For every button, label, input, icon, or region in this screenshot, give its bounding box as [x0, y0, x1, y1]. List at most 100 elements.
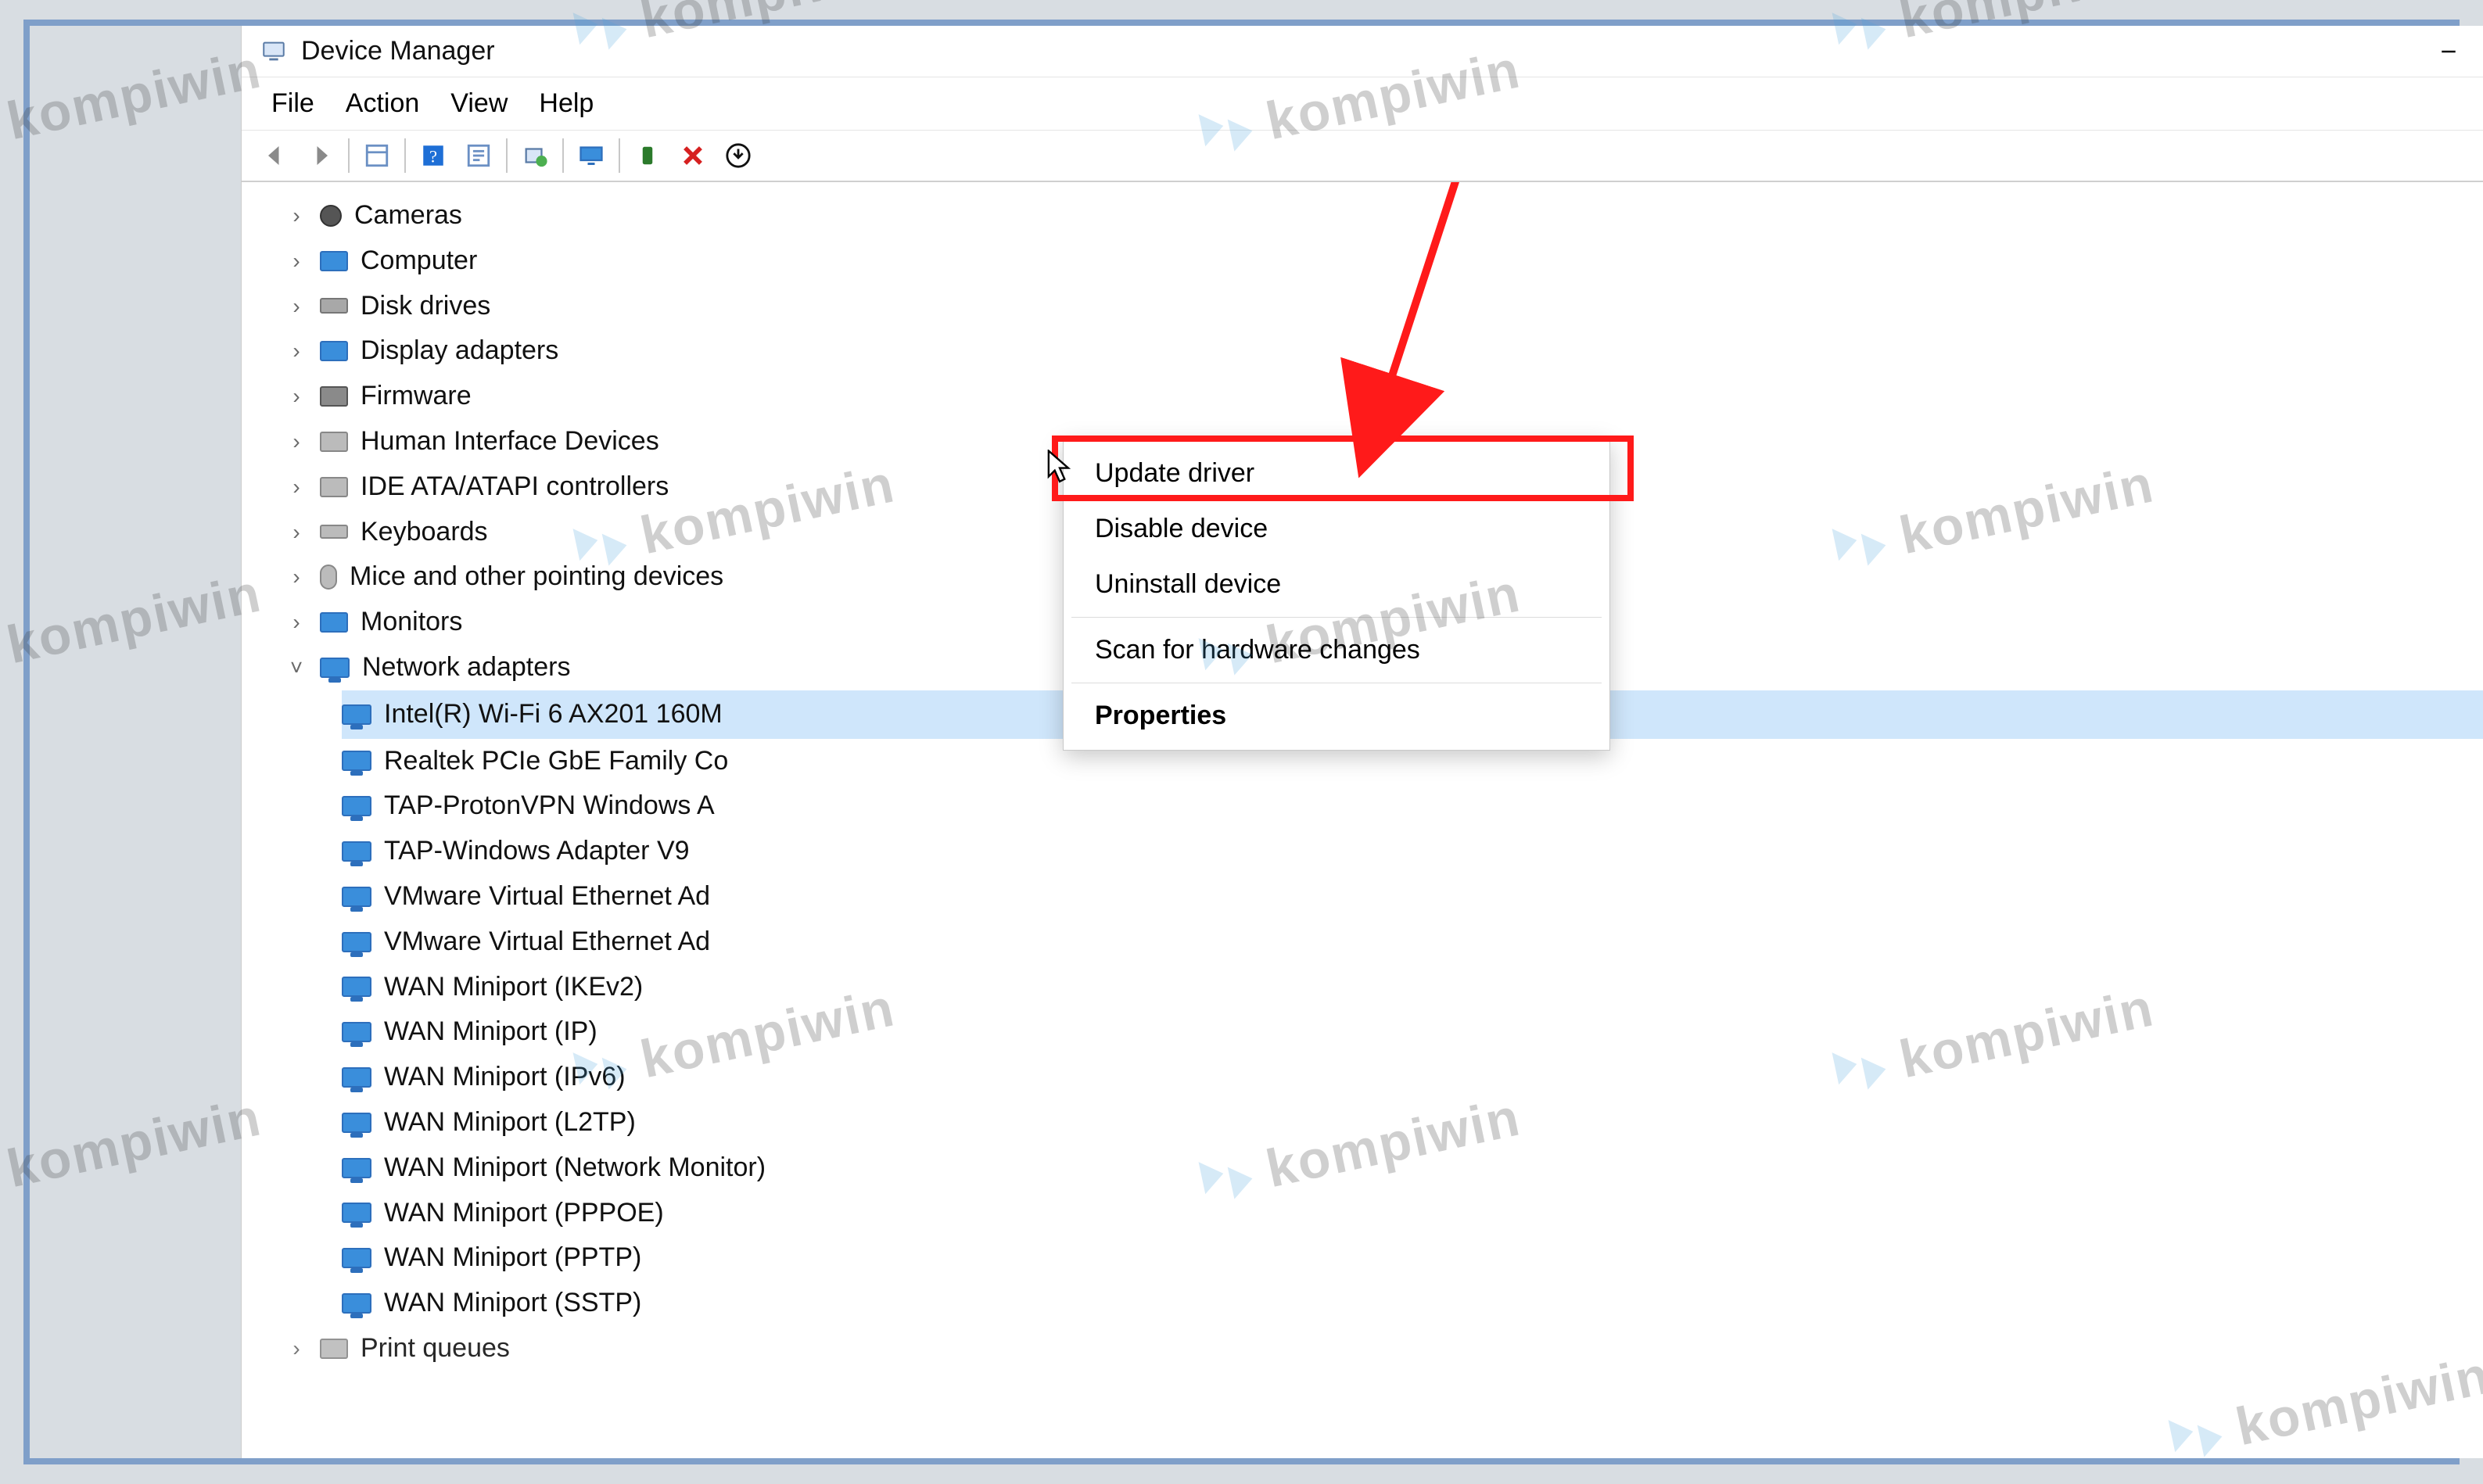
update-driver-icon[interactable] [512, 135, 558, 176]
device-tree: Cameras Computer Disk drives Display ada… [242, 182, 2483, 1382]
network-adapters-children: Intel(R) Wi-Fi 6 AX201 160M Realtek PCIe… [285, 690, 2483, 1326]
menu-action[interactable]: Action [335, 85, 431, 122]
menu-help[interactable]: Help [528, 85, 605, 122]
context-menu-disable-device[interactable]: Disable device [1064, 501, 1609, 557]
display-adapter-icon [320, 341, 348, 361]
context-menu-properties[interactable]: Properties [1064, 688, 1609, 744]
network-adapter-icon [342, 1022, 371, 1042]
help-icon[interactable]: ? [411, 135, 456, 176]
device-item[interactable]: WAN Miniport (SSTP) [342, 1281, 2483, 1326]
category-label: Display adapters [361, 328, 558, 374]
context-menu: Update driver Disable device Uninstall d… [1063, 439, 1610, 751]
enable-device-icon[interactable] [625, 135, 670, 176]
expand-caret-icon[interactable] [285, 468, 307, 506]
titlebar: Device Manager [242, 26, 2483, 77]
device-manager-window: Device Manager File Action View Help ? [241, 26, 2483, 1458]
keyboard-icon [320, 525, 348, 539]
properties-icon[interactable] [456, 135, 501, 176]
category-label: Keyboards [361, 510, 488, 555]
window-title: Device Manager [301, 36, 2406, 66]
device-item[interactable]: WAN Miniport (PPTP) [342, 1235, 2483, 1281]
device-item[interactable]: WAN Miniport (PPPOE) [342, 1191, 2483, 1236]
device-item[interactable]: WAN Miniport (IKEv2) [342, 965, 2483, 1010]
context-menu-update-driver[interactable]: Update driver [1064, 446, 1609, 501]
device-label: Intel(R) Wi-Fi 6 AX201 160M [384, 692, 723, 737]
device-item[interactable]: WAN Miniport (L2TP) [342, 1100, 2483, 1145]
device-label: TAP-Windows Adapter V9 [384, 829, 690, 874]
toolbar-separator [404, 138, 406, 173]
window-controls [2406, 26, 2483, 77]
toolbar: ? [242, 131, 2483, 182]
device-item[interactable]: WAN Miniport (IP) [342, 1009, 2483, 1055]
device-item[interactable]: TAP-ProtonVPN Windows A [342, 783, 2483, 829]
tree-category[interactable]: Computer [285, 238, 2483, 284]
toolbar-separator [619, 138, 620, 173]
device-label: WAN Miniport (PPPOE) [384, 1191, 664, 1236]
menu-file[interactable]: File [260, 85, 325, 122]
toolbar-separator [506, 138, 508, 173]
category-label: IDE ATA/ATAPI controllers [361, 464, 669, 510]
menu-view[interactable]: View [440, 85, 518, 122]
collapse-caret-icon[interactable] [285, 649, 307, 686]
network-adapter-icon [320, 658, 350, 678]
network-adapter-icon [342, 1113, 371, 1133]
tree-category[interactable]: Cameras [285, 193, 2483, 238]
back-arrow-icon[interactable] [253, 135, 298, 176]
category-label: Human Interface Devices [361, 419, 659, 464]
device-label: WAN Miniport (IP) [384, 1009, 597, 1055]
context-menu-uninstall-device[interactable]: Uninstall device [1064, 557, 1609, 612]
expand-caret-icon[interactable] [285, 1330, 307, 1368]
device-item[interactable]: VMware Virtual Ethernet Ad [342, 919, 2483, 965]
context-menu-separator [1071, 617, 1602, 618]
device-label: WAN Miniport (IKEv2) [384, 965, 643, 1010]
network-adapter-icon [342, 751, 371, 771]
device-item[interactable]: VMware Virtual Ethernet Ad [342, 874, 2483, 919]
show-hide-tree-icon[interactable] [354, 135, 400, 176]
screenshot-frame: Device Manager File Action View Help ? [23, 20, 2460, 1464]
category-label: Monitors [361, 600, 462, 645]
hid-icon [320, 432, 348, 452]
menubar: File Action View Help [242, 77, 2483, 131]
device-item[interactable]: WAN Miniport (Network Monitor) [342, 1145, 2483, 1191]
category-label: Mice and other pointing devices [350, 554, 723, 600]
tree-category[interactable]: Display adapters [285, 328, 2483, 374]
device-item[interactable]: WAN Miniport (IPv6) [342, 1055, 2483, 1100]
expand-caret-icon[interactable] [285, 558, 307, 596]
minimize-button[interactable] [2406, 26, 2483, 77]
category-label: Print queues [361, 1326, 510, 1371]
device-tree-panel: Cameras Computer Disk drives Display ada… [242, 182, 2483, 1458]
device-label: WAN Miniport (Network Monitor) [384, 1145, 766, 1191]
uninstall-device-icon[interactable] [716, 135, 761, 176]
camera-icon [320, 205, 342, 227]
expand-caret-icon[interactable] [285, 514, 307, 551]
expand-caret-icon[interactable] [285, 197, 307, 235]
computer-icon [320, 251, 348, 271]
device-label: WAN Miniport (IPv6) [384, 1055, 626, 1100]
expand-caret-icon[interactable] [285, 423, 307, 461]
expand-caret-icon[interactable] [285, 242, 307, 280]
expand-caret-icon[interactable] [285, 288, 307, 325]
mouse-icon [320, 565, 337, 590]
category-label: Disk drives [361, 284, 490, 329]
network-adapter-icon [342, 1067, 371, 1088]
tree-category[interactable]: Firmware [285, 374, 2483, 419]
expand-caret-icon[interactable] [285, 604, 307, 641]
device-label: WAN Miniport (L2TP) [384, 1100, 636, 1145]
expand-caret-icon[interactable] [285, 332, 307, 370]
device-label: WAN Miniport (SSTP) [384, 1281, 641, 1326]
monitor-icon [320, 612, 348, 633]
category-label: Firmware [361, 374, 472, 419]
category-label: Computer [361, 238, 477, 284]
device-item[interactable]: TAP-Windows Adapter V9 [342, 829, 2483, 874]
network-adapter-icon [342, 887, 371, 907]
expand-caret-icon[interactable] [285, 378, 307, 415]
network-adapter-icon [342, 1293, 371, 1314]
context-menu-scan-hardware[interactable]: Scan for hardware changes [1064, 622, 1609, 678]
device-manager-icon [260, 38, 287, 65]
forward-arrow-icon[interactable] [298, 135, 343, 176]
monitor-icon[interactable] [569, 135, 614, 176]
network-adapter-icon [342, 796, 371, 816]
tree-category[interactable]: Print queues [285, 1326, 2483, 1371]
tree-category[interactable]: Disk drives [285, 284, 2483, 329]
disable-device-icon[interactable] [670, 135, 716, 176]
